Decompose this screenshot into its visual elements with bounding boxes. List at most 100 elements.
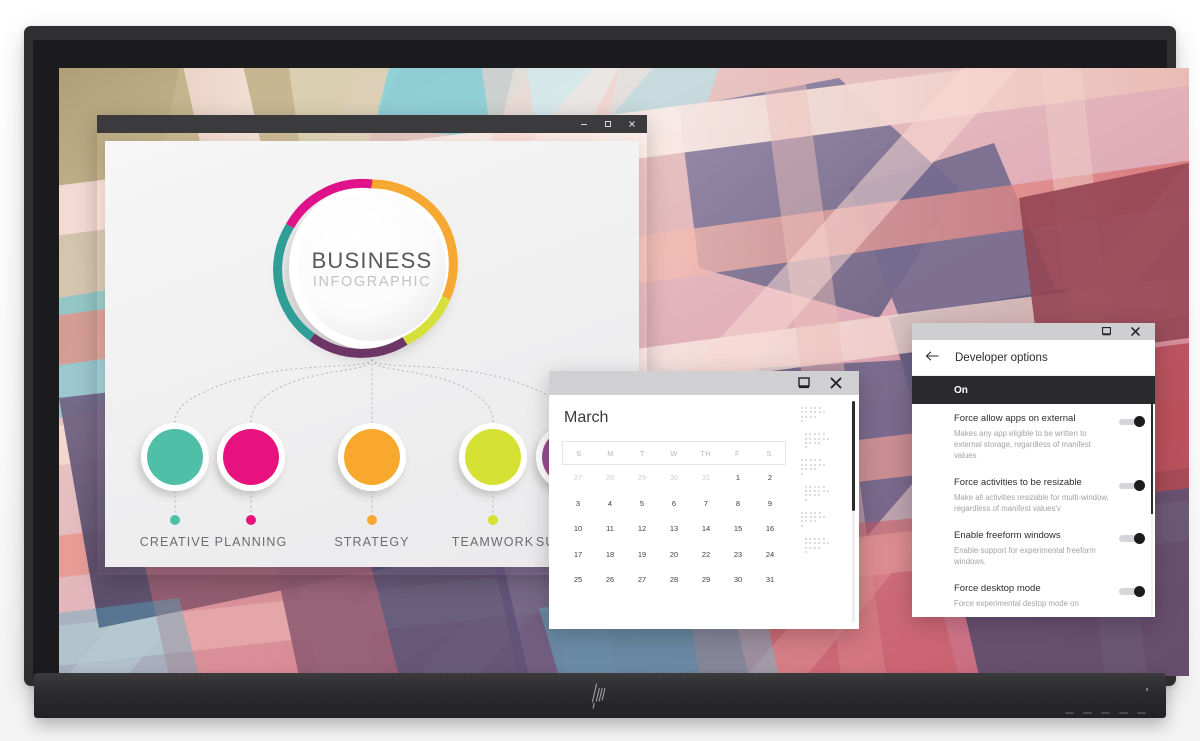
calendar-day-cell[interactable]: 9 [754,499,786,508]
calendar-day-cell[interactable]: 6 [658,499,690,508]
developer-option-toggle[interactable] [1119,480,1145,491]
calendar-day-cell[interactable]: 8 [722,499,754,508]
calendar-day-cell[interactable]: 27 [626,575,658,584]
page-root: BUSINESS INFOGRAPHIC CREATIVEPLANNINGSTR… [0,0,1200,741]
infographic-node-creative[interactable] [147,429,203,485]
calendar-weekday-w: W [658,449,690,458]
calendar-weeks[interactable]: 2728293031123456789101112131415161718192… [562,465,786,593]
infographic-label-planning: PLANNING [215,535,288,549]
infographic-node-teamwork[interactable] [465,429,521,485]
calendar-day-cell[interactable]: 26 [594,575,626,584]
calendar-weekday-th: TH [690,449,722,458]
calendar-day-cell[interactable]: 27 [562,473,594,482]
infographic-titlebar[interactable] [97,115,647,133]
developer-options-master-toggle-row[interactable]: On [912,376,1155,404]
developer-option-description: Make all activities resizable for multi-… [954,492,1113,514]
developer-option-title: Force desktop mode [954,583,1113,596]
calendar-day-cell[interactable]: 16 [754,524,786,533]
monitor-button-3[interactable] [1101,712,1110,714]
developer-option-row[interactable]: Force allow apps on externalMakes any ap… [912,404,1155,468]
developer-option-row[interactable]: Force activities to be resizable Make all… [912,468,1155,521]
calendar-window[interactable]: March SMTWTHFS 2728293031123456789101112… [549,371,859,629]
calendar-weekday-m: M [595,449,627,458]
developer-option-row[interactable]: Enable freeform windowsEnable support fo… [912,521,1155,574]
calendar-day-cell[interactable]: 28 [594,473,626,482]
calendar-day-cell[interactable]: 5 [626,499,658,508]
calendar-day-cell[interactable]: 11 [594,524,626,533]
placeholder-dot-block [801,459,845,474]
toggle-knob [1134,480,1145,491]
calendar-day-cell[interactable]: 30 [722,575,754,584]
calendar-day-cell[interactable]: 25 [562,575,594,584]
calendar-weekday-f: F [722,449,754,458]
close-button[interactable] [825,376,847,390]
master-toggle-label: On [954,385,968,396]
calendar-day-cell[interactable]: 30 [658,473,690,482]
calendar-titlebar[interactable] [549,371,859,395]
restore-button[interactable] [793,376,815,390]
monitor-control-buttons[interactable] [1065,712,1146,714]
developer-option-title: Force activities to be resizable [954,477,1113,490]
calendar-day-cell[interactable]: 29 [690,575,722,584]
developer-options-list[interactable]: Force allow apps on externalMakes any ap… [912,404,1155,617]
monitor-power-button[interactable] [1137,712,1146,714]
minimize-button[interactable] [573,117,595,131]
developer-scrollbar-thumb[interactable] [1151,404,1153,514]
calendar-week-row: 272829303112 [562,465,786,491]
calendar-day-cell[interactable]: 19 [626,550,658,559]
toggle-knob [1134,416,1145,427]
developer-option-row[interactable]: Force desktop modeForce experimental des… [912,574,1155,616]
calendar-day-cell[interactable]: 14 [690,524,722,533]
maximize-button[interactable] [597,117,619,131]
monitor-frame: BUSINESS INFOGRAPHIC CREATIVEPLANNINGSTR… [24,26,1176,686]
developer-options-titlebar[interactable] [912,323,1155,340]
calendar-week-row: 3456789 [562,491,786,517]
calendar-day-cell[interactable]: 24 [754,550,786,559]
restore-button[interactable] [1095,325,1117,339]
developer-option-title: Force allow apps on external [954,413,1113,426]
calendar-day-cell[interactable]: 10 [562,524,594,533]
calendar-day-cell[interactable]: 2 [754,473,786,482]
infographic-node-strategy[interactable] [344,429,400,485]
placeholder-dot-block [801,433,845,448]
calendar-day-cell[interactable]: 7 [690,499,722,508]
calendar-day-cell[interactable]: 31 [754,575,786,584]
calendar-day-cell[interactable]: 17 [562,550,594,559]
calendar-day-cell[interactable]: 4 [594,499,626,508]
monitor-button-4[interactable] [1119,712,1128,714]
calendar-day-cell[interactable]: 23 [722,550,754,559]
developer-option-toggle[interactable] [1119,416,1145,427]
calendar-day-cell[interactable]: 31 [690,473,722,482]
developer-options-header: Developer options [912,340,1155,376]
calendar-day-cell[interactable]: 15 [722,524,754,533]
calendar-month-label: March [564,409,608,427]
calendar-scrollbar-thumb[interactable] [852,401,855,511]
close-button[interactable] [1124,325,1146,339]
developer-option-toggle[interactable] [1119,586,1145,597]
developer-options-window[interactable]: Developer options On Force allow apps on… [912,323,1155,616]
developer-option-toggle[interactable] [1119,533,1145,544]
page-title: Developer options [955,352,1048,364]
placeholder-dot-block [801,538,845,553]
calendar-day-cell[interactable]: 18 [594,550,626,559]
calendar-day-cell[interactable]: 22 [690,550,722,559]
close-button[interactable] [621,117,643,131]
calendar-placeholder-dots [801,407,845,564]
calendar-grid[interactable]: SMTWTHFS 2728293031123456789101112131415… [562,441,786,593]
calendar-day-cell[interactable]: 3 [562,499,594,508]
monitor-button-1[interactable] [1065,712,1074,714]
placeholder-dot-block [801,486,845,501]
calendar-day-cell[interactable]: 12 [626,524,658,533]
monitor-button-2[interactable] [1083,712,1092,714]
calendar-day-cell[interactable]: 20 [658,550,690,559]
calendar-day-cell[interactable]: 13 [658,524,690,533]
monitor-bottom-bezel [34,673,1166,718]
calendar-day-cell[interactable]: 29 [626,473,658,482]
toggle-knob [1134,586,1145,597]
infographic-node-planning[interactable] [223,429,279,485]
calendar-day-cell[interactable]: 28 [658,575,690,584]
calendar-day-cell[interactable]: 1 [722,473,754,482]
developer-option-text: Force allow apps on externalMakes any ap… [954,413,1119,461]
back-arrow-icon[interactable] [925,349,939,367]
toggle-knob [1134,533,1145,544]
